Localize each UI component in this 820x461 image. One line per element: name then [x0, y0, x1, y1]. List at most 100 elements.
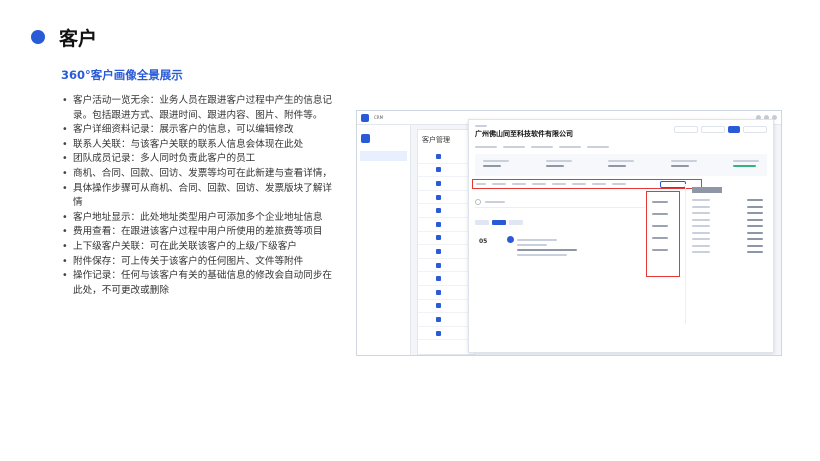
- header-primary-button: [728, 126, 740, 133]
- sidebar: [357, 125, 411, 355]
- sidebar-item-nearby: [360, 173, 407, 183]
- tab: [532, 183, 546, 185]
- tab: [592, 183, 606, 185]
- feature-item: 费用查看：在跟进该客户过程中用户所使用的差旅费等项目: [61, 225, 336, 240]
- feature-item: 客户地址显示：此处地址类型用户可添加多个企业地址信息: [61, 211, 336, 226]
- checkbox-icon: [436, 194, 441, 200]
- checkbox-icon: [436, 221, 441, 227]
- filter-chip-active: [492, 220, 506, 225]
- avatar: [507, 236, 514, 243]
- feature-item: 商机、合同、回款、回访、发票等均可在此新建与查看详情，: [61, 167, 336, 182]
- summary-field: [545, 157, 572, 173]
- summary-field: [733, 157, 759, 173]
- checkbox-icon: [436, 316, 441, 322]
- list-row: [418, 177, 474, 191]
- quick-action: [587, 146, 609, 148]
- quick-action: [559, 146, 581, 148]
- feature-item: 团队成员记录：多人同时负责此客户的员工: [61, 152, 336, 167]
- add-icon: [475, 198, 481, 205]
- stats-row: [692, 238, 763, 240]
- quick-action: [503, 146, 525, 148]
- dropdown-item: [647, 220, 679, 232]
- breadcrumb: [475, 125, 487, 127]
- sidebar-item-customer: [360, 151, 407, 161]
- tab: [572, 183, 586, 185]
- header-button: [674, 126, 698, 133]
- sidebar-item-pool: [360, 162, 407, 172]
- customer-stats-panel: [685, 184, 769, 324]
- customer-module-icon: [361, 133, 370, 143]
- stats-row: [692, 205, 763, 208]
- quick-action: [531, 146, 553, 148]
- stats-row: [692, 244, 763, 247]
- list-row: [418, 300, 474, 314]
- sidebar-header: [361, 131, 406, 145]
- follow-up-composer: [475, 196, 645, 208]
- checkbox-icon: [436, 167, 441, 173]
- feature-item: 客户活动一览无余：业务人员在跟进客户过程中产生的信息记录。包括跟进方式、跟进时间…: [61, 94, 336, 123]
- list-row: [418, 164, 474, 178]
- feature-item: 上下级客户关联：可在此关联该客户的上级/下级客户: [61, 240, 336, 255]
- slide-title: 客户: [59, 28, 98, 50]
- checkbox-icon: [436, 153, 441, 159]
- detail-summary: [475, 154, 767, 176]
- header-button: [701, 126, 725, 133]
- dropdown-item: [647, 196, 679, 208]
- app-name: CRM: [374, 115, 384, 120]
- stats-title: [692, 187, 722, 193]
- checkbox-icon: [436, 303, 441, 309]
- checkbox-icon: [436, 208, 441, 214]
- list-row: [418, 204, 474, 218]
- stats-row: [692, 251, 763, 253]
- dropdown-item: [647, 244, 679, 256]
- slide-subtitle: 360°客户画像全景展示: [61, 68, 183, 82]
- feature-item: 附件保存：可上传关于该客户的任何图片、文件等附件: [61, 255, 336, 270]
- crm-screenshot: CRM 客户管理 广州佛山同至科技软件有限公司 05: [356, 110, 782, 356]
- feature-item: 具体操作步骤可从商机、合同、回款、回访、发票版块了解详情: [61, 182, 336, 211]
- activity-day: 05: [479, 238, 488, 245]
- feature-list: 客户活动一览无余：业务人员在跟进客户过程中产生的信息记录。包括跟进方式、跟进时间…: [61, 94, 336, 298]
- checkbox-icon: [436, 248, 441, 254]
- list-row: [418, 191, 474, 205]
- filter-chip: [475, 220, 489, 225]
- title-bullet-dot: [31, 30, 45, 44]
- checkbox-icon: [436, 289, 441, 295]
- tab: [476, 183, 486, 185]
- list-row: [418, 245, 474, 259]
- activity-content: [517, 236, 607, 256]
- checkbox-icon: [436, 180, 441, 186]
- checkbox-icon: [436, 262, 441, 268]
- checkbox-icon: [436, 235, 441, 241]
- stats-row: [692, 231, 763, 234]
- detail-header: 广州佛山同至科技软件有限公司: [469, 120, 773, 148]
- customer-list-panel: 客户管理: [417, 129, 475, 355]
- summary-field: [608, 157, 634, 173]
- list-row: [418, 232, 474, 246]
- summary-field: [483, 157, 509, 173]
- tab: [552, 183, 566, 185]
- detail-header-buttons: [674, 126, 767, 133]
- crm-logo-icon: [361, 113, 369, 122]
- more-dropdown-highlight: [646, 191, 680, 277]
- activity-filters: [475, 220, 523, 225]
- feature-item: 客户详细资料记录：展示客户的信息，可以编辑修改: [61, 123, 336, 138]
- tab: [512, 183, 526, 185]
- feature-item: 操作记录：任何与该客户有关的基础信息的修改会自动同步在此处，不可更改或删除: [61, 269, 336, 298]
- list-row: [418, 150, 474, 164]
- stats-row: [692, 218, 763, 221]
- dropdown-item: [647, 232, 679, 244]
- stats-row: [692, 225, 763, 227]
- list-row: [418, 272, 474, 286]
- stats-row: [692, 212, 763, 214]
- more-tabs-button: [660, 181, 686, 188]
- detail-quick-actions: [475, 143, 767, 148]
- tab: [492, 183, 506, 185]
- list-title: 客户管理: [422, 136, 450, 144]
- filter-chip: [509, 220, 523, 225]
- checkbox-icon: [436, 330, 441, 336]
- tab: [612, 183, 626, 185]
- feature-item: 联系人关联：与该客户关联的联系人信息会体现在此处: [61, 138, 336, 153]
- customer-detail-panel: 广州佛山同至科技软件有限公司 05: [468, 119, 774, 353]
- composer-placeholder: [485, 200, 505, 203]
- dropdown-item: [647, 208, 679, 220]
